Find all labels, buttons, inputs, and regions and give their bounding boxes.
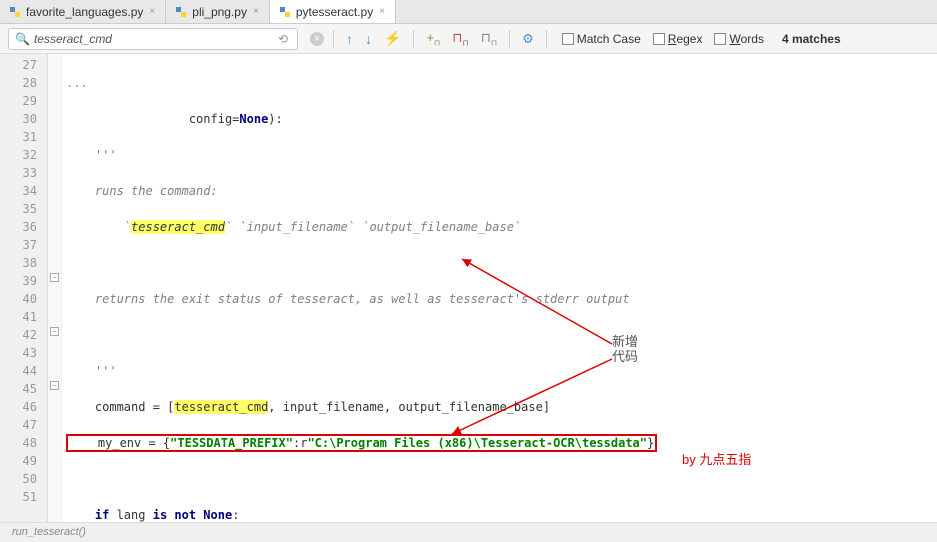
close-icon[interactable]: × (147, 6, 157, 17)
checkbox-icon (562, 33, 574, 45)
line-number: 30 (0, 110, 37, 128)
add-selection-icon[interactable]: +⊓ (423, 30, 443, 48)
line-number: 47 (0, 416, 37, 434)
match-count: 4 matches (782, 32, 841, 46)
line-number: 41 (0, 308, 37, 326)
line-number: 42 (0, 326, 37, 344)
line-number: 48 (0, 434, 37, 452)
line-number: 43 (0, 344, 37, 362)
regex-label: Regex (668, 32, 703, 46)
checkbox-icon (714, 33, 726, 45)
tab-pytesseract[interactable]: pytesseract.py × (270, 0, 396, 23)
line-number: 38 (0, 254, 37, 272)
tab-favorite-languages[interactable]: favorite_languages.py × (0, 0, 166, 23)
annotation-new-code: 新增 代码 (612, 334, 638, 364)
gear-icon[interactable]: ⚙ (519, 31, 537, 47)
python-file-icon (278, 5, 292, 19)
line-number: 36 (0, 218, 37, 236)
fold-toggle-icon[interactable]: − (50, 327, 59, 336)
line-number: 34 (0, 182, 37, 200)
close-icon[interactable]: × (251, 6, 261, 17)
python-file-icon (174, 5, 188, 19)
tab-label: pytesseract.py (296, 5, 373, 19)
tab-label: pli_png.py (192, 5, 247, 19)
prev-match-icon[interactable]: ↑ (343, 31, 356, 47)
remove-selection-icon[interactable]: ⊓⊓ (449, 30, 471, 48)
separator (546, 30, 547, 48)
breadcrumb[interactable]: run_tesseract() (0, 522, 937, 542)
line-number: 40 (0, 290, 37, 308)
tab-label: favorite_languages.py (26, 5, 143, 19)
match-case-label: Match Case (577, 32, 641, 46)
line-number: 50 (0, 470, 37, 488)
line-number: 39 (0, 272, 37, 290)
line-number: 49 (0, 452, 37, 470)
separator (413, 30, 414, 48)
words-option[interactable]: Words (714, 32, 763, 46)
line-number: 28 (0, 74, 37, 92)
line-number: 51 (0, 488, 37, 506)
close-search-icon[interactable]: × (310, 32, 324, 46)
select-all-icon[interactable]: ⊓⊓ (478, 30, 500, 48)
next-match-icon[interactable]: ↓ (362, 31, 375, 47)
line-number: 32 (0, 146, 37, 164)
close-icon[interactable]: × (377, 6, 387, 17)
line-number: 45 (0, 380, 37, 398)
history-icon[interactable]: ⟲ (275, 32, 291, 46)
line-number: 27 (0, 56, 37, 74)
fold-toggle-icon[interactable]: − (50, 381, 59, 390)
line-number: 44 (0, 362, 37, 380)
line-number: 29 (0, 92, 37, 110)
line-gutter: 27 28 29 30 31 32 33 34 35 36 37 38 39 4… (0, 54, 48, 522)
filter-icon[interactable]: ⚡ (381, 30, 404, 47)
separator (509, 30, 510, 48)
separator (333, 30, 334, 48)
line-number: 37 (0, 236, 37, 254)
words-label: Words (729, 32, 763, 46)
line-number: 33 (0, 164, 37, 182)
fold-toggle-icon[interactable]: − (50, 273, 59, 282)
line-number: 31 (0, 128, 37, 146)
editor: 27 28 29 30 31 32 33 34 35 36 37 38 39 4… (0, 54, 937, 522)
tab-pli-png[interactable]: pli_png.py × (166, 0, 270, 23)
python-file-icon (8, 5, 22, 19)
highlighted-new-code-1: my_env = {"TESSDATA_PREFIX":r"C:\Program… (66, 434, 657, 452)
tab-bar: favorite_languages.py × pli_png.py × pyt… (0, 0, 937, 24)
line-number: 46 (0, 398, 37, 416)
search-icon: 🔍 (15, 32, 30, 46)
search-toolbar: 🔍 ⟲ × ↑ ↓ ⚡ +⊓ ⊓⊓ ⊓⊓ ⚙ Match Case Regex … (0, 24, 937, 54)
regex-option[interactable]: Regex (653, 32, 703, 46)
search-box: 🔍 ⟲ (8, 28, 298, 50)
match-case-option[interactable]: Match Case (562, 32, 641, 46)
search-input[interactable] (34, 32, 275, 46)
annotation-author: by 九点五指 (682, 452, 751, 467)
checkbox-icon (653, 33, 665, 45)
line-number: 35 (0, 200, 37, 218)
code-area[interactable]: ... config=None): ''' runs the command: … (62, 54, 937, 522)
fold-column: − − − (48, 54, 62, 522)
